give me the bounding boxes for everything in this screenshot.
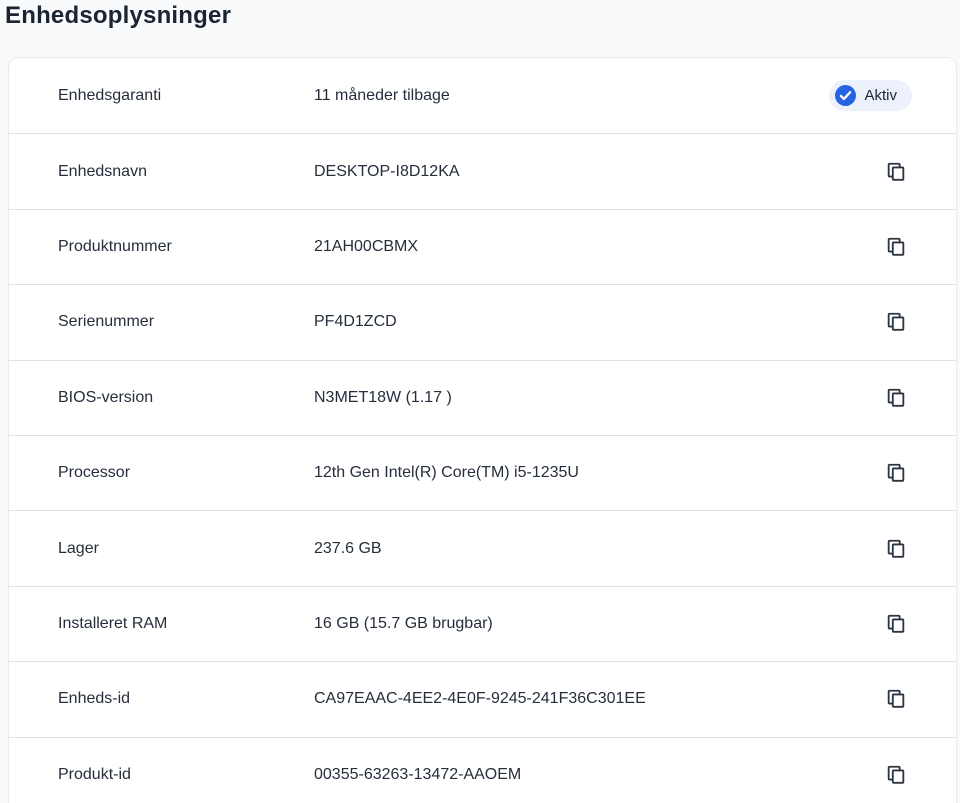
copy-button[interactable] [880, 156, 912, 188]
row-action [880, 608, 912, 640]
copy-button[interactable] [880, 457, 912, 489]
row-value: 21AH00CBMX [314, 238, 880, 256]
copy-button[interactable] [880, 759, 912, 791]
copy-button[interactable] [880, 533, 912, 565]
copy-button[interactable] [880, 683, 912, 715]
table-row: Produktnummer 21AH00CBMX [9, 209, 956, 284]
row-action [880, 231, 912, 263]
copy-icon [885, 311, 907, 333]
row-value: PF4D1ZCD [314, 313, 880, 331]
row-label: Lager [58, 540, 314, 558]
row-label: Serienummer [58, 313, 314, 331]
row-action [880, 156, 912, 188]
row-label: BIOS-version [58, 389, 314, 407]
table-row: Enheds-id CA97EAAC-4EE2-4E0F-9245-241F36… [9, 661, 956, 736]
copy-icon [885, 387, 907, 409]
row-label: Enhedsnavn [58, 163, 314, 181]
table-row: Installeret RAM 16 GB (15.7 GB brugbar) [9, 586, 956, 661]
table-row: Produkt-id 00355-63263-13472-AAOEM [9, 737, 956, 803]
copy-button[interactable] [880, 231, 912, 263]
row-value: 00355-63263-13472-AAOEM [314, 766, 880, 784]
row-action [880, 457, 912, 489]
table-row: Enhedsgaranti 11 måneder tilbage Aktiv [9, 58, 956, 133]
row-value: CA97EAAC-4EE2-4E0F-9245-241F36C301EE [314, 690, 880, 708]
row-action [880, 533, 912, 565]
row-action [880, 382, 912, 414]
copy-icon [885, 688, 907, 710]
row-action: Aktiv [829, 80, 912, 111]
row-action [880, 759, 912, 791]
copy-icon [885, 236, 907, 258]
copy-button[interactable] [880, 306, 912, 338]
table-row: BIOS-version N3MET18W (1.17 ) [9, 360, 956, 435]
table-row: Processor 12th Gen Intel(R) Core(TM) i5-… [9, 435, 956, 510]
row-value: 16 GB (15.7 GB brugbar) [314, 615, 880, 633]
copy-icon [885, 161, 907, 183]
status-badge-label: Aktiv [864, 87, 897, 104]
row-value: DESKTOP-I8D12KA [314, 163, 880, 181]
row-value: 237.6 GB [314, 540, 880, 558]
copy-icon [885, 462, 907, 484]
status-badge: Aktiv [829, 80, 912, 111]
row-label: Produktnummer [58, 238, 314, 256]
row-value: 12th Gen Intel(R) Core(TM) i5-1235U [314, 464, 880, 482]
device-info-card: Enhedsgaranti 11 måneder tilbage Aktiv E… [8, 57, 957, 803]
row-label: Enhedsgaranti [58, 87, 314, 105]
copy-icon [885, 764, 907, 786]
page-title: Enhedsoplysninger [5, 0, 231, 30]
row-value: 11 måneder tilbage [314, 87, 829, 105]
copy-button[interactable] [880, 382, 912, 414]
table-row: Lager 237.6 GB [9, 510, 956, 585]
row-label: Enheds-id [58, 690, 314, 708]
copy-button[interactable] [880, 608, 912, 640]
copy-icon [885, 538, 907, 560]
row-label: Produkt-id [58, 766, 314, 784]
row-action [880, 306, 912, 338]
row-label: Processor [58, 464, 314, 482]
row-label: Installeret RAM [58, 615, 314, 633]
row-value: N3MET18W (1.17 ) [314, 389, 880, 407]
table-row: Enhedsnavn DESKTOP-I8D12KA [9, 133, 956, 208]
row-action [880, 683, 912, 715]
copy-icon [885, 613, 907, 635]
table-row: Serienummer PF4D1ZCD [9, 284, 956, 359]
check-icon [835, 85, 856, 106]
